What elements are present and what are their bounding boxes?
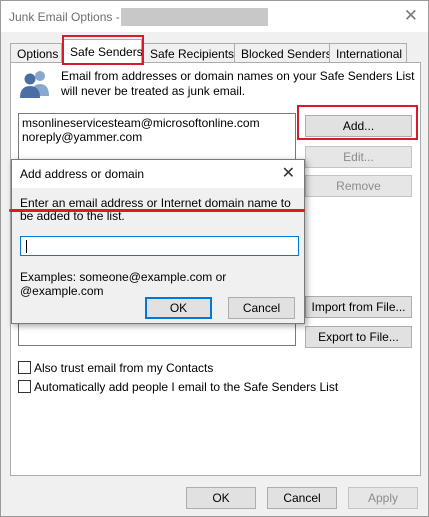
redacted-account-name <box>121 8 268 26</box>
add-address-dialog: Add address or domain ✕ Enter an email a… <box>11 159 305 324</box>
ok-button[interactable]: OK <box>186 487 256 509</box>
trust-contacts-row[interactable]: Also trust email from my Contacts <box>18 361 213 375</box>
cancel-button[interactable]: Cancel <box>267 487 337 509</box>
dialog-title: Add address or domain <box>20 167 145 181</box>
people-icon <box>20 71 49 98</box>
window-title: Junk Email Options - <box>9 10 120 24</box>
dialog-ok-button[interactable]: OK <box>145 297 212 319</box>
dialog-cancel-button[interactable]: Cancel <box>228 297 295 319</box>
dialog-examples: Examples: someone@example.com or @exampl… <box>20 270 227 298</box>
highlight-prompt-underline <box>9 209 305 212</box>
trust-contacts-label: Also trust email from my Contacts <box>34 361 214 375</box>
auto-add-row[interactable]: Automatically add people I email to the … <box>18 380 338 394</box>
auto-add-label: Automatically add people I email to the … <box>34 380 339 394</box>
tab-safe-recipients[interactable]: Safe Recipients <box>143 43 235 63</box>
tab-international[interactable]: International <box>329 43 407 63</box>
auto-add-checkbox[interactable] <box>18 380 31 393</box>
close-icon[interactable]: ✕ <box>404 7 418 25</box>
text-caret <box>26 240 27 253</box>
remove-button[interactable]: Remove <box>305 175 412 197</box>
tab-safe-senders[interactable]: Safe Senders <box>63 39 143 64</box>
import-from-file-button[interactable]: Import from File... <box>305 296 412 318</box>
dialog-close-icon[interactable]: ✕ <box>282 163 295 183</box>
apply-button[interactable]: Apply <box>348 487 418 509</box>
address-input[interactable] <box>20 236 299 256</box>
trust-contacts-checkbox[interactable] <box>18 361 31 374</box>
add-button[interactable]: Add... <box>305 115 412 137</box>
list-item[interactable]: noreply@yammer.com <box>22 130 292 144</box>
export-to-file-button[interactable]: Export to File... <box>305 326 412 348</box>
title-bar: Junk Email Options - ✕ <box>1 1 428 32</box>
edit-button[interactable]: Edit... <box>305 146 412 168</box>
tab-options[interactable]: Options <box>10 43 62 63</box>
tab-strip: Options Safe Senders Safe Recipients Blo… <box>10 39 420 64</box>
dialog-title-bar: Add address or domain ✕ <box>12 160 304 188</box>
list-item[interactable]: msonlineservicesteam@microsoftonline.com <box>22 116 292 130</box>
safe-senders-description: Email from addresses or domain names on … <box>61 69 415 98</box>
tab-blocked-senders[interactable]: Blocked Senders <box>234 43 332 63</box>
